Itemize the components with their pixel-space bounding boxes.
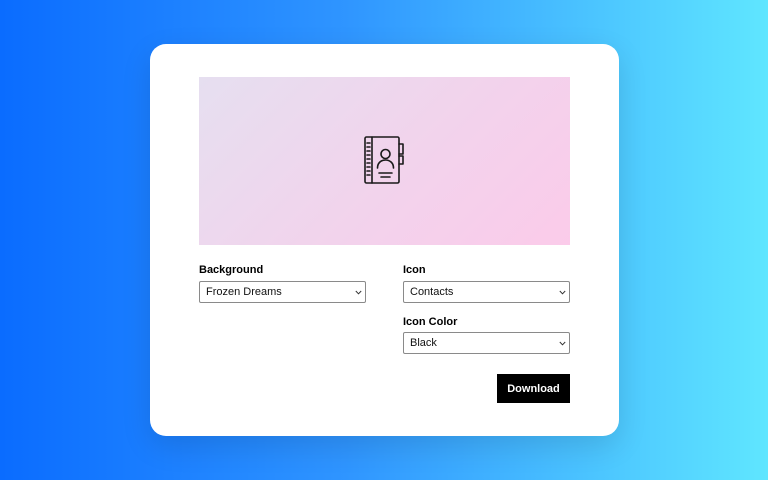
icon-color-select[interactable]: Black	[403, 332, 570, 354]
icon-select-value: Contacts	[410, 286, 454, 298]
chevron-down-icon	[555, 282, 569, 302]
icon-select[interactable]: Contacts	[403, 281, 570, 303]
generator-card: Background Frozen Dreams Icon Contacts I…	[150, 44, 619, 436]
contacts-icon	[363, 136, 404, 184]
icon-label: Icon	[403, 264, 426, 276]
preview-area	[199, 77, 570, 245]
chevron-down-icon	[555, 333, 569, 353]
download-button[interactable]: Download	[497, 374, 570, 403]
background-label: Background	[199, 264, 264, 276]
chevron-down-icon	[351, 282, 365, 302]
background-select-value: Frozen Dreams	[206, 286, 282, 298]
icon-color-select-value: Black	[410, 337, 437, 349]
icon-color-label: Icon Color	[403, 316, 458, 328]
background-select[interactable]: Frozen Dreams	[199, 281, 366, 303]
